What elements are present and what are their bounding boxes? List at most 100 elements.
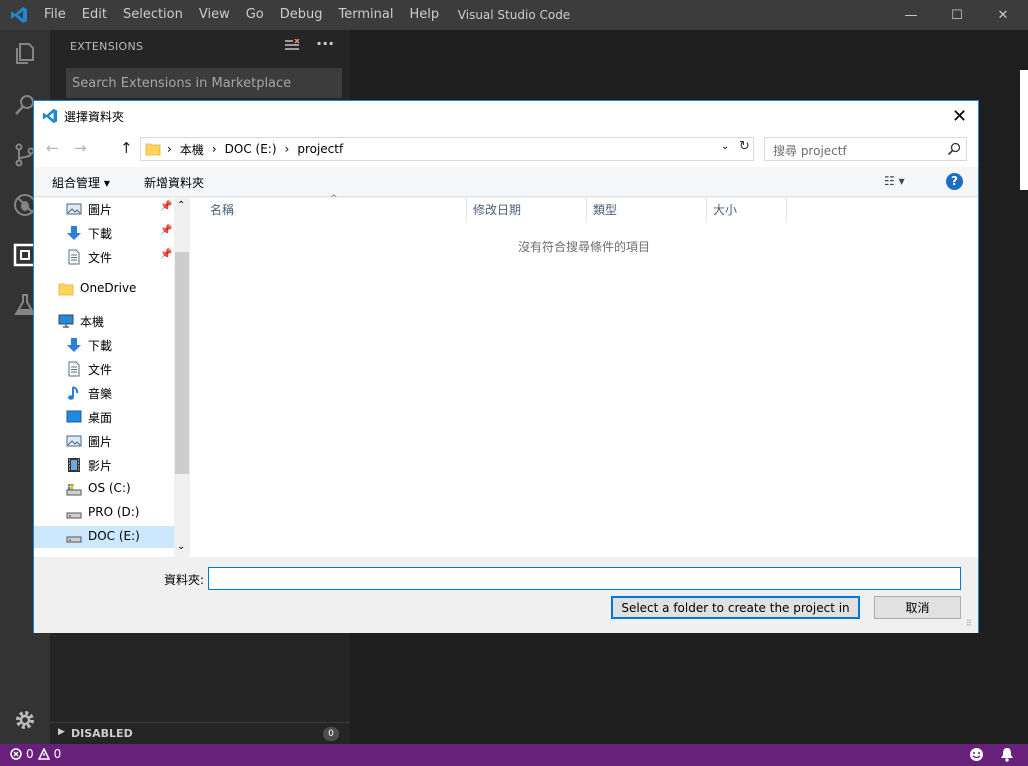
extensions-search-input[interactable] [66,68,342,98]
organize-menu[interactable]: 組合管理 ▾ [52,174,110,191]
nav-item-downloads-quick[interactable]: 下載 📌 [34,222,174,244]
column-modified-date[interactable]: 修改日期 [467,198,587,222]
close-window-button[interactable]: ✕ [980,0,1026,30]
resize-grip-icon[interactable]: ⠿ [966,619,972,628]
background-window-edge [1020,70,1028,190]
dialog-search-input[interactable]: 搜尋 projectf [764,137,967,161]
column-type[interactable]: 類型 [587,198,707,222]
breadcrumb-separator: › [167,142,172,156]
nav-item-downloads[interactable]: 下載 [34,334,174,356]
vscode-logo-icon [42,108,58,124]
menu-edit[interactable]: Edit [74,0,115,30]
nav-item-pictures[interactable]: 圖片 [34,430,174,452]
error-count: 0 [26,747,34,761]
dialog-close-button[interactable]: ✕ [952,106,967,127]
nav-item-onedrive[interactable]: OneDrive [34,278,174,300]
column-name[interactable]: 名稱 [204,198,467,222]
vscode-titlebar: File Edit Selection View Go Debug Termin… [0,0,1028,30]
folder-icon [58,283,74,296]
scroll-down-arrow-icon[interactable]: ⌄ [177,541,185,552]
dialog-title: 選擇資料夾 [64,110,125,124]
nav-item-label: 圖片 [88,435,113,449]
refresh-icon[interactable]: ↻ [739,139,750,154]
system-drive-icon [66,484,82,496]
scroll-up-arrow-icon[interactable]: ⌃ [177,200,185,211]
nav-item-label: 影片 [88,459,113,473]
nav-item-drive-d[interactable]: PRO (D:) [34,502,174,524]
disabled-section-header[interactable]: ▶ DISABLED 0 [50,722,350,744]
more-actions-icon[interactable]: ··· [316,34,334,53]
breadcrumb-projectf[interactable]: projectf [297,142,343,156]
status-bar: 0 0 [0,744,1028,766]
search-icon [947,142,961,156]
address-dropdown-icon[interactable]: ⌄ [721,141,729,152]
new-folder-button[interactable]: 新增資料夾 [144,174,204,191]
search-placeholder: 搜尋 projectf [773,144,847,158]
nav-item-label: DOC (E:) [88,529,140,543]
navigation-row: ← → ↑ › 本機 › DOC (E:) › projectf ⌄ ↻ 搜尋 … [34,131,978,167]
nav-item-label: OS (C:) [88,481,131,495]
nav-item-pictures-quick[interactable]: 圖片 📌 [34,198,174,220]
column-size[interactable]: 大小 [707,198,787,222]
help-icon[interactable]: ? [946,173,963,190]
menu-view[interactable]: View [191,0,238,30]
menu-debug[interactable]: Debug [272,0,331,30]
sidebar-title: EXTENSIONS [70,40,144,53]
gear-icon[interactable] [12,707,38,733]
drive-icon [66,536,82,543]
navigation-pane: 圖片 📌 下載 📌 文件 📌 OneDrive 本機 下載 文件 音樂 桌面 圖… [34,198,174,557]
menu-help[interactable]: Help [401,0,447,30]
nav-item-label: 桌面 [88,411,113,425]
address-bar[interactable]: › 本機 › DOC (E:) › projectf ⌄ ↻ [140,137,754,161]
nav-item-label: 音樂 [88,387,113,401]
nav-item-label: PRO (D:) [88,505,140,519]
documents-icon [68,361,80,377]
nav-item-drive-c[interactable]: OS (C:) [34,478,174,500]
nav-item-desktop[interactable]: 桌面 [34,406,174,428]
status-right [969,747,1014,762]
feedback-smiley-icon[interactable] [969,747,984,762]
warning-count: 0 [53,747,62,761]
explorer-icon[interactable] [12,40,38,66]
folder-name-input[interactable] [208,567,961,590]
minimize-button[interactable]: — [888,0,934,30]
view-options-icon[interactable]: ☷ ▾ [884,174,905,188]
breadcrumb-this-pc[interactable]: 本機 [180,141,204,158]
navigation-scrollbar[interactable]: ⌃ ⌄ [174,198,190,557]
nav-item-documents[interactable]: 文件 [34,358,174,380]
nav-item-label: 本機 [80,315,105,329]
command-bar: 組合管理 ▾ 新增資料夾 ☷ ▾ ? [34,167,978,197]
problems-indicator[interactable]: 0 0 [10,747,61,761]
menu-terminal[interactable]: Terminal [331,0,402,30]
error-icon [10,748,22,760]
menu-go[interactable]: Go [238,0,272,30]
clear-extensions-icon[interactable] [284,39,300,53]
file-list: ^ 名稱 修改日期 類型 大小 沒有符合搜尋條件的項目 [190,194,978,557]
documents-icon [68,249,80,265]
breadcrumb: › 本機 › DOC (E:) › projectf [167,138,343,160]
scrollbar-thumb[interactable] [175,252,189,474]
maximize-button[interactable]: ☐ [934,0,980,30]
nav-item-label: 文件 [88,363,113,377]
nav-item-documents-quick[interactable]: 文件 📌 [34,246,174,268]
nav-item-label: 文件 [88,251,113,265]
folder-icon [145,143,161,156]
up-button[interactable]: ↑ [120,139,133,157]
empty-folder-message: 沒有符合搜尋條件的項目 [517,240,650,254]
nav-item-this-pc[interactable]: 本機 [34,310,174,332]
music-icon [68,386,79,400]
back-button[interactable]: ← [46,139,59,157]
download-icon [67,338,81,352]
nav-item-drive-e[interactable]: DOC (E:) [34,526,174,548]
nav-item-music[interactable]: 音樂 [34,382,174,404]
desktop-icon [66,410,82,423]
menu-file[interactable]: File [36,0,74,30]
nav-item-videos[interactable]: 影片 [34,454,174,476]
breadcrumb-doc-drive[interactable]: DOC (E:) [225,142,277,156]
forward-button[interactable]: → [74,139,87,157]
menu-selection[interactable]: Selection [115,0,191,30]
cancel-button[interactable]: 取消 [874,596,961,619]
notifications-bell-icon[interactable] [1000,747,1014,762]
pictures-icon [66,435,82,447]
select-folder-button[interactable]: Select a folder to create the project in [611,596,860,619]
